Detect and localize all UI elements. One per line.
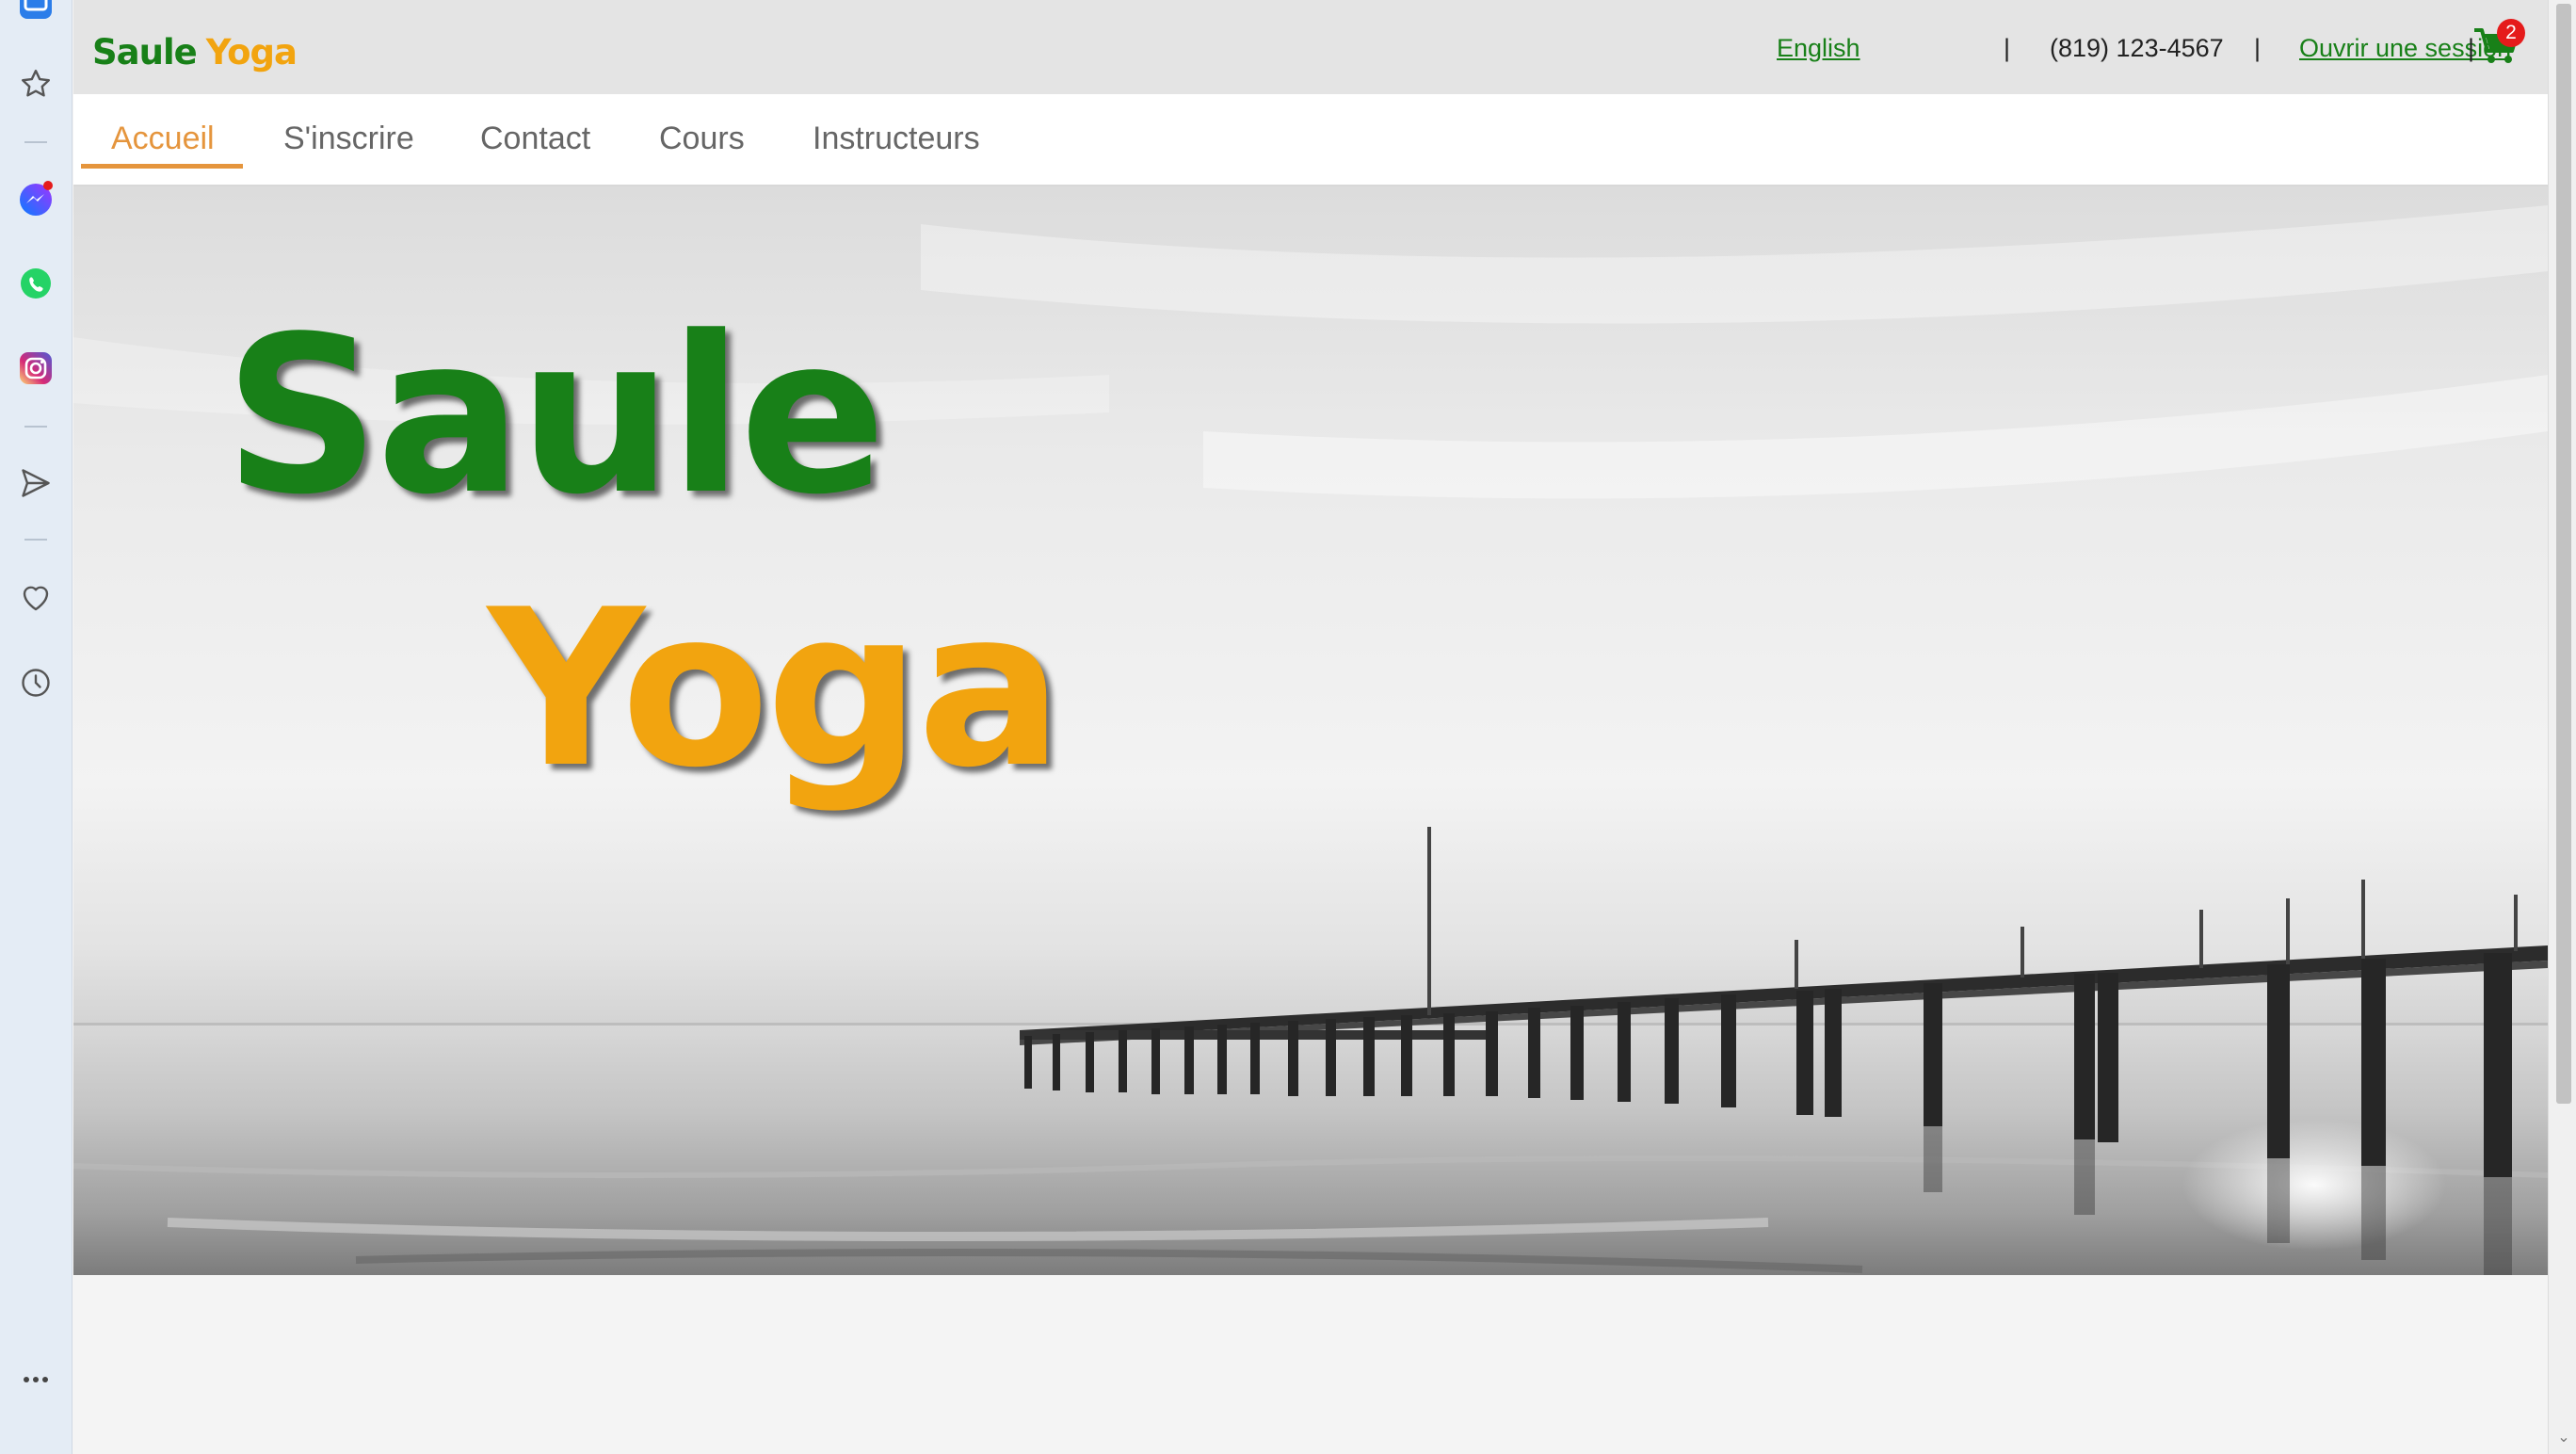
scroll-down-arrow-icon[interactable]: ⌄ bbox=[2556, 1430, 2571, 1446]
hero-title-saule: Saule bbox=[224, 291, 886, 542]
rail-divider bbox=[24, 426, 47, 428]
nav-item-contact[interactable]: Contact bbox=[480, 121, 590, 157]
site-logo[interactable]: Saule Yoga bbox=[92, 32, 298, 73]
send-icon[interactable] bbox=[16, 463, 56, 503]
main-nav: Accueil S'inscrire Contact Cours Instruc… bbox=[73, 94, 2548, 186]
active-tab-underline bbox=[81, 164, 243, 169]
hero-title-yoga: Yoga bbox=[488, 564, 1063, 816]
phone-number: (819) 123-4567 bbox=[2050, 34, 2224, 62]
heart-icon[interactable] bbox=[16, 578, 56, 618]
browser-sidebar bbox=[0, 0, 72, 1454]
language-link[interactable]: English bbox=[1777, 34, 1860, 63]
rail-divider bbox=[24, 539, 47, 541]
messenger-icon[interactable] bbox=[16, 179, 56, 218]
tab-icon[interactable] bbox=[16, 0, 56, 23]
nav-item-accueil[interactable]: Accueil bbox=[111, 121, 215, 157]
logo-word-saule: Saule bbox=[92, 32, 198, 73]
hero-banner: Saule Yoga bbox=[73, 186, 2548, 1275]
instagram-icon[interactable] bbox=[16, 348, 56, 388]
cart-count-badge: 2 bbox=[2497, 19, 2525, 47]
web-page: Saule Yoga English | (819) 123-4567 | Ouv… bbox=[73, 0, 2548, 1454]
top-utility-bar: Saule Yoga English | (819) 123-4567 | Ouv… bbox=[73, 0, 2548, 94]
nav-item-cours[interactable]: Cours bbox=[659, 121, 745, 157]
whatsapp-icon[interactable] bbox=[16, 264, 56, 303]
logo-word-yoga: Yoga bbox=[205, 32, 298, 73]
rail-divider bbox=[24, 141, 47, 143]
separator: | bbox=[2254, 34, 2262, 62]
nav-item-instructeurs[interactable]: Instructeurs bbox=[813, 121, 980, 157]
more-icon[interactable] bbox=[16, 1360, 56, 1399]
nav-item-sinscrire[interactable]: S'inscrire bbox=[283, 121, 414, 157]
star-icon[interactable] bbox=[16, 64, 56, 104]
clock-icon[interactable] bbox=[16, 663, 56, 703]
scrollbar-thumb[interactable] bbox=[2556, 4, 2571, 1104]
vertical-scrollbar[interactable]: ⌄ bbox=[2548, 0, 2576, 1454]
separator: | bbox=[2004, 34, 2011, 62]
